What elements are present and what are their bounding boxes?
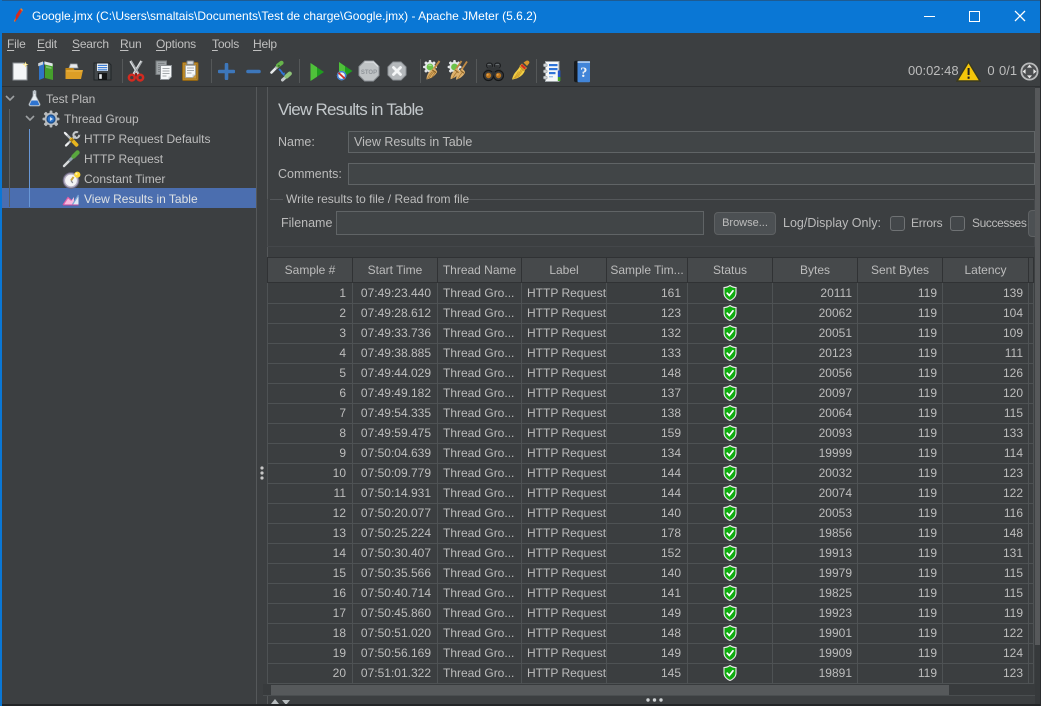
svg-text:?: ? [580, 65, 587, 81]
svg-text:STOP: STOP [361, 70, 377, 76]
